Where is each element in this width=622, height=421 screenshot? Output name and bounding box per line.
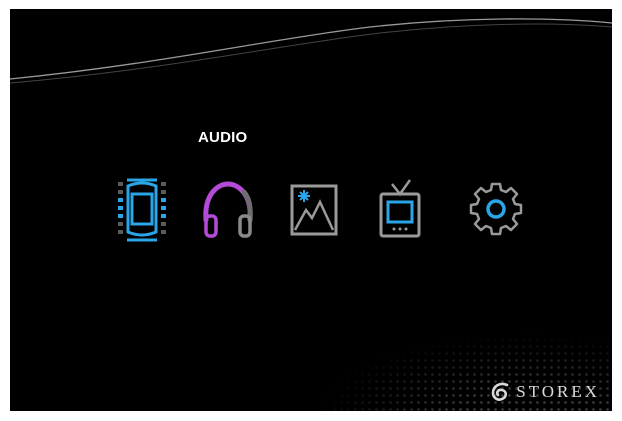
selected-menu-label: AUDIO: [198, 129, 248, 146]
headphones-icon: [203, 181, 253, 238]
menu-item-settings[interactable]: [464, 176, 528, 244]
photo-icon: [290, 184, 338, 236]
media-menu-screen: AUDIO STOREX: [10, 9, 612, 411]
brand-name: STOREX: [516, 382, 600, 401]
gear-icon: [469, 182, 523, 236]
decorative-wave-line: [10, 18, 612, 84]
menu-item-tv[interactable]: [368, 176, 432, 244]
film-strip-icon: [118, 178, 166, 242]
menu-item-audio[interactable]: [196, 176, 260, 244]
menu-item-video[interactable]: [110, 176, 174, 244]
brand-logo: STOREX: [490, 381, 600, 403]
menu-item-photo[interactable]: [282, 176, 346, 244]
tv-icon: [379, 179, 421, 238]
storex-logo-icon: [491, 382, 509, 401]
